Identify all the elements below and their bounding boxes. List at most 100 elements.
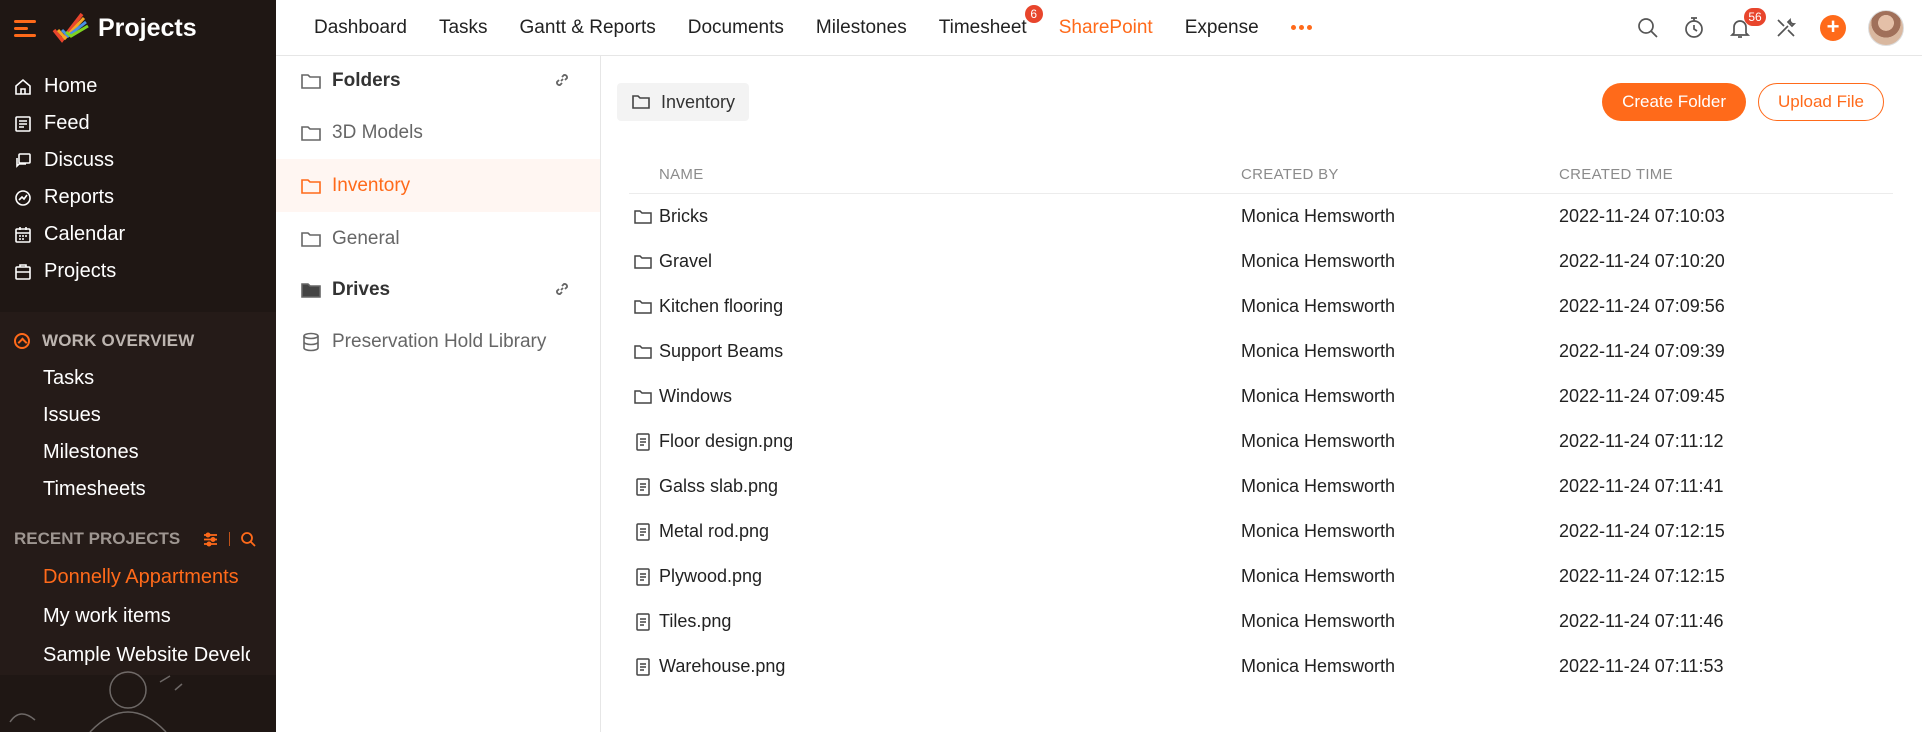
item-name[interactable]: Warehouse.png bbox=[659, 656, 785, 677]
item-name[interactable]: Galss slab.png bbox=[659, 476, 778, 497]
projects-icon bbox=[14, 263, 32, 281]
search-icon[interactable] bbox=[240, 531, 257, 548]
name-cell: Warehouse.png bbox=[629, 656, 1241, 677]
table-row[interactable]: Support Beams Monica Hemsworth 2022-11-24 … bbox=[629, 329, 1893, 374]
sidebar-item-home[interactable]: Home bbox=[0, 68, 276, 105]
created-time-cell: 2022-11-24 07:09:56 bbox=[1559, 296, 1725, 316]
more-icon[interactable] bbox=[1290, 25, 1312, 30]
sidebar-item-label: Feed bbox=[44, 112, 90, 134]
tab-dashboard[interactable]: Dashboard bbox=[314, 17, 407, 39]
item-name[interactable]: Support Beams bbox=[659, 341, 783, 362]
tab-documents[interactable]: Documents bbox=[688, 17, 784, 39]
table-row[interactable]: Plywood.png Monica Hemsworth 2022-11-24 07… bbox=[629, 554, 1893, 599]
work-overview-item-milestones[interactable]: Milestones bbox=[0, 434, 276, 471]
sidebar-item-feed[interactable]: Feed bbox=[0, 105, 276, 142]
upload-file-button[interactable]: Upload File bbox=[1758, 83, 1884, 121]
folder-icon bbox=[300, 176, 322, 196]
work-overview-toggle[interactable]: WORK OVERVIEW bbox=[0, 322, 276, 360]
table-row[interactable]: Galss slab.png Monica Hemsworth 2022-11-24… bbox=[629, 464, 1893, 509]
created-time-cell: 2022-11-24 07:10:20 bbox=[1559, 251, 1725, 271]
column-header-created-by[interactable]: CREATED BY bbox=[1241, 166, 1559, 183]
file-icon bbox=[633, 432, 653, 451]
drive-item-preservation-hold-library[interactable]: Preservation Hold Library bbox=[276, 315, 600, 368]
avatar[interactable] bbox=[1868, 10, 1904, 46]
tab-timesheet[interactable]: Timesheet 6 bbox=[939, 4, 1043, 39]
calendar-icon bbox=[14, 226, 32, 244]
table-row[interactable]: Warehouse.png Monica Hemsworth 2022-11-24 … bbox=[629, 644, 1893, 689]
table-row[interactable]: Kitchen flooring Monica Hemsworth 2022-11-… bbox=[629, 284, 1893, 329]
breadcrumb[interactable]: Inventory bbox=[617, 83, 750, 121]
link-icon[interactable] bbox=[554, 281, 570, 303]
table-row[interactable]: Floor design.png Monica Hemsworth 2022-11-… bbox=[629, 419, 1893, 464]
name-cell: Floor design.png bbox=[629, 431, 1241, 452]
work-overview-item-tasks[interactable]: Tasks bbox=[0, 360, 276, 397]
work-overview-item-timesheets[interactable]: Timesheets bbox=[0, 471, 276, 508]
tab-gantt-reports[interactable]: Gantt & Reports bbox=[520, 17, 656, 39]
item-name[interactable]: Windows bbox=[659, 386, 732, 407]
folder-icon bbox=[300, 123, 322, 143]
sidebar-item-projects[interactable]: Projects bbox=[0, 253, 276, 290]
discuss-icon bbox=[14, 152, 32, 170]
name-cell: Kitchen flooring bbox=[629, 296, 1241, 317]
database-icon bbox=[300, 332, 322, 352]
bell-icon[interactable]: 56 bbox=[1728, 8, 1766, 40]
name-cell: Windows bbox=[629, 386, 1241, 407]
tab-expense[interactable]: Expense bbox=[1185, 17, 1259, 39]
table-row[interactable]: Windows Monica Hemsworth 2022-11-24 07:09:… bbox=[629, 374, 1893, 419]
tab-milestones[interactable]: Milestones bbox=[816, 17, 907, 39]
item-name[interactable]: Gravel bbox=[659, 251, 712, 272]
create-folder-button[interactable]: Create Folder bbox=[1602, 83, 1746, 121]
sidebar-item-calendar[interactable]: Calendar bbox=[0, 216, 276, 253]
folder-icon bbox=[633, 208, 653, 226]
logo-icon bbox=[52, 12, 89, 43]
filter-icon[interactable] bbox=[202, 531, 219, 548]
created-by-cell: Monica Hemsworth bbox=[1241, 566, 1396, 586]
table-row[interactable]: Gravel Monica Hemsworth 2022-11-24 07:10:2… bbox=[629, 239, 1893, 284]
add-icon[interactable]: + bbox=[1820, 15, 1846, 41]
sidebar-item-reports[interactable]: Reports bbox=[0, 179, 276, 216]
item-name[interactable]: Tiles.png bbox=[659, 611, 731, 632]
item-name[interactable]: Plywood.png bbox=[659, 566, 762, 587]
folder-item-general[interactable]: General bbox=[276, 212, 600, 265]
column-header-name[interactable]: NAME bbox=[629, 166, 1241, 183]
recent-project-item[interactable]: My work items bbox=[0, 597, 250, 636]
menu-icon[interactable] bbox=[14, 19, 36, 37]
app-title: Projects bbox=[98, 13, 197, 42]
created-time-cell: 2022-11-24 07:10:03 bbox=[1559, 206, 1725, 226]
folder-item-3d-models[interactable]: 3D Models bbox=[276, 106, 600, 159]
tab-tasks[interactable]: Tasks bbox=[439, 17, 488, 39]
table-header: NAME CREATED BY CREATED TIME bbox=[629, 156, 1893, 194]
folder-label: Inventory bbox=[332, 174, 411, 196]
sidebar-item-discuss[interactable]: Discuss bbox=[0, 142, 276, 179]
table-row[interactable]: Bricks Monica Hemsworth 2022-11-24 07:10:0… bbox=[629, 194, 1893, 239]
tab-sharepoint[interactable]: SharePoint bbox=[1059, 17, 1153, 39]
table-row[interactable]: Metal rod.png Monica Hemsworth 2022-11-24 … bbox=[629, 509, 1893, 554]
home-icon bbox=[14, 78, 32, 96]
drives-title: Drives bbox=[332, 279, 391, 300]
item-name[interactable]: Metal rod.png bbox=[659, 521, 769, 542]
file-icon bbox=[633, 477, 653, 496]
link-icon[interactable] bbox=[554, 72, 570, 94]
sidebar-item-label: Discuss bbox=[44, 149, 115, 171]
item-name[interactable]: Bricks bbox=[659, 206, 708, 227]
folder-label: General bbox=[332, 227, 400, 249]
top-navigation: Dashboard Tasks Gantt & Reports Document… bbox=[276, 0, 1922, 56]
item-name[interactable]: Kitchen flooring bbox=[659, 296, 783, 317]
files-table: NAME CREATED BY CREATED TIME Bricks Monic… bbox=[629, 156, 1893, 689]
created-time-cell: 2022-11-24 07:11:41 bbox=[1559, 476, 1724, 496]
timer-icon[interactable] bbox=[1682, 16, 1706, 40]
created-by-cell: Monica Hemsworth bbox=[1241, 476, 1396, 496]
file-icon bbox=[633, 522, 653, 541]
table-row[interactable]: Tiles.png Monica Hemsworth 2022-11-24 07:1… bbox=[629, 599, 1893, 644]
folder-item-inventory[interactable]: Inventory bbox=[276, 159, 600, 212]
tools-icon[interactable] bbox=[1774, 16, 1798, 40]
search-icon[interactable] bbox=[1636, 16, 1660, 40]
column-header-created-time[interactable]: CREATED TIME bbox=[1559, 166, 1889, 183]
item-name[interactable]: Floor design.png bbox=[659, 431, 793, 452]
created-by-cell: Monica Hemsworth bbox=[1241, 611, 1396, 631]
collapse-icon bbox=[14, 333, 30, 349]
work-overview-item-issues[interactable]: Issues bbox=[0, 397, 276, 434]
sidebar-header: Projects bbox=[0, 0, 276, 56]
recent-project-item[interactable]: Donnelly Appartments bbox=[0, 558, 250, 597]
name-cell: Metal rod.png bbox=[629, 521, 1241, 542]
